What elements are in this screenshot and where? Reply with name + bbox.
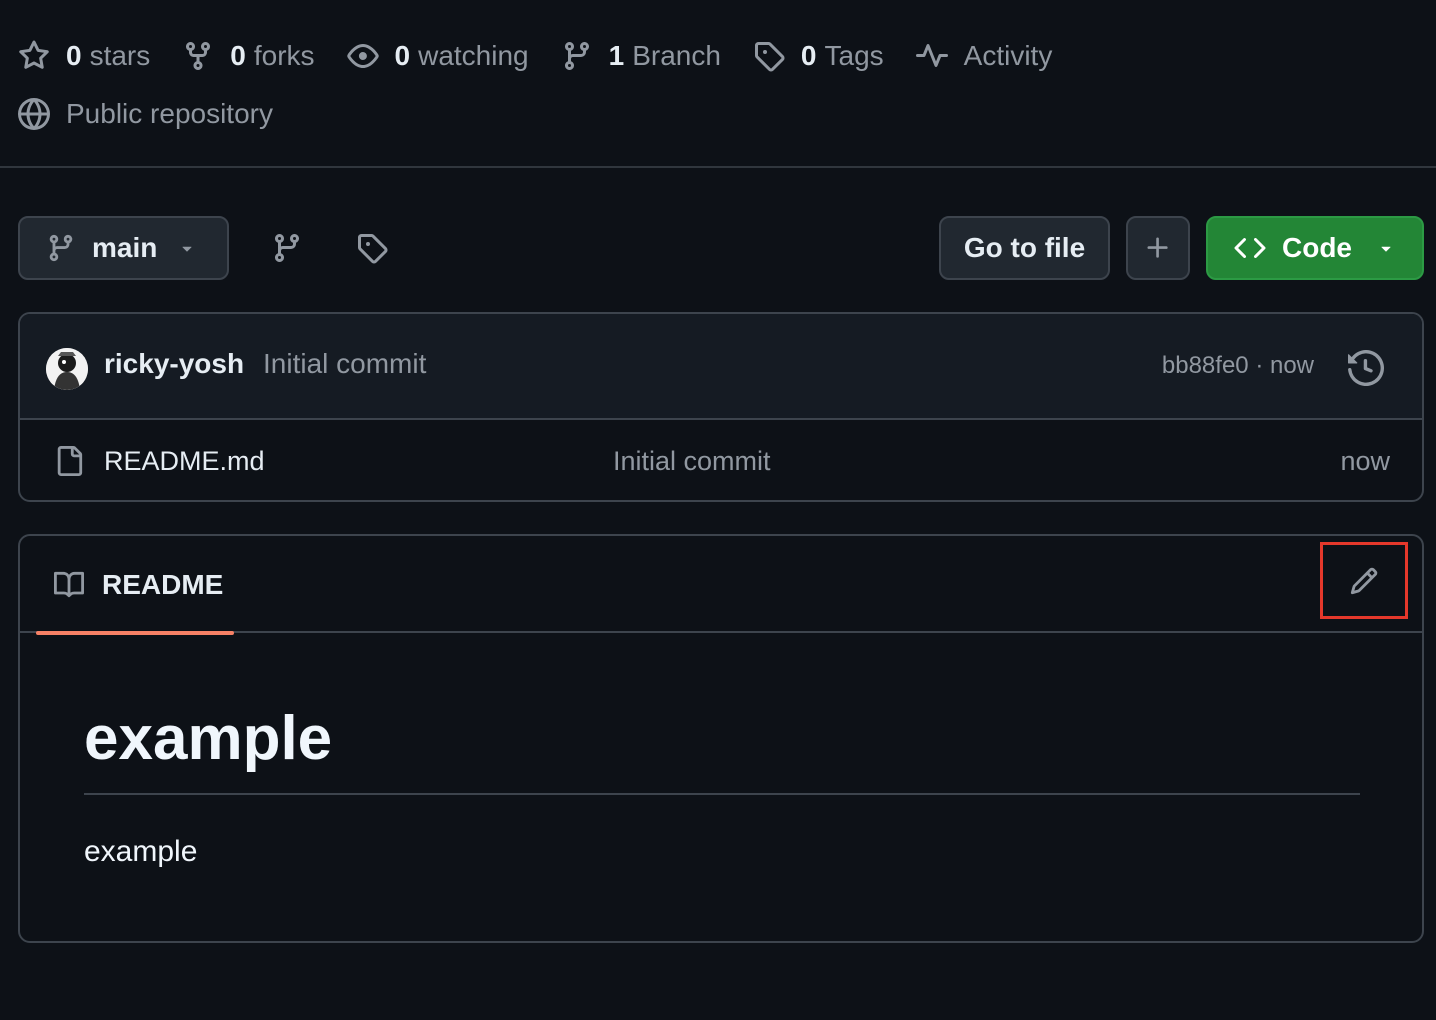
- visibility-label: Public repository: [66, 98, 273, 129]
- forks-count: 0: [230, 40, 246, 71]
- branch-icon: [49, 234, 73, 262]
- branch-name: main: [92, 232, 158, 263]
- forks-link[interactable]: 0 forks: [182, 40, 315, 72]
- file-icon: [57, 446, 83, 476]
- branch-selector-button[interactable]: main: [18, 216, 229, 280]
- code-button-label: Code: [1282, 232, 1352, 263]
- avatar[interactable]: [46, 348, 88, 390]
- tags-link[interactable]: 0 Tags: [753, 40, 884, 72]
- branches-link[interactable]: 1 Branch: [561, 40, 721, 72]
- file-time: now: [1340, 446, 1390, 476]
- code-icon: [1234, 237, 1266, 259]
- file-row[interactable]: README.md Initial commit now: [20, 420, 1422, 500]
- tag-icon: [358, 234, 388, 264]
- branches-count: 1: [608, 40, 625, 71]
- history-icon[interactable]: [1348, 350, 1384, 386]
- commit-author[interactable]: ricky-yosh: [104, 348, 244, 380]
- watching-count: 0: [394, 40, 411, 71]
- file-commit-message[interactable]: Initial commit: [613, 446, 771, 477]
- watching-link[interactable]: 0 watching: [346, 40, 529, 72]
- readme-heading: example: [84, 703, 1360, 795]
- readme-tab-label: README: [102, 568, 224, 600]
- tags-label: Tags: [824, 40, 884, 71]
- branches-label: Branch: [632, 40, 721, 71]
- plus-icon: [1147, 237, 1168, 258]
- file-browser: ricky-yosh Initial commit bb88fe0 · now …: [18, 312, 1424, 502]
- branch-icon: [564, 42, 589, 71]
- watching-label: watching: [418, 40, 529, 71]
- stars-link[interactable]: 0 stars: [18, 40, 150, 72]
- fork-icon: [186, 42, 211, 71]
- add-file-button[interactable]: [1126, 216, 1190, 280]
- visibility-indicator: Public repository: [18, 94, 273, 134]
- eye-icon: [346, 44, 379, 68]
- branches-button[interactable]: [265, 226, 309, 270]
- pulse-icon: [915, 44, 948, 67]
- commit-message[interactable]: Initial commit: [263, 348, 426, 380]
- readme-paragraph: example: [84, 835, 198, 868]
- stars-count: 0: [66, 40, 82, 71]
- tab-readme[interactable]: README: [36, 536, 234, 635]
- caret-down-icon: [182, 246, 192, 252]
- edit-readme-button[interactable]: [1320, 542, 1408, 619]
- code-button[interactable]: Code: [1206, 216, 1424, 280]
- pencil-icon: [1350, 567, 1378, 594]
- tags-button[interactable]: [350, 226, 394, 270]
- forks-label: forks: [253, 40, 315, 71]
- branch-icon: [274, 234, 299, 263]
- tags-count: 0: [800, 40, 817, 71]
- activity-link[interactable]: Activity: [915, 40, 1053, 72]
- activity-label: Activity: [963, 40, 1053, 71]
- readme-content: example example: [84, 633, 1360, 869]
- tag-icon: [754, 42, 785, 72]
- latest-commit-bar: ricky-yosh Initial commit bb88fe0 · now: [20, 314, 1422, 420]
- readme-panel: README example example: [18, 534, 1424, 943]
- file-name[interactable]: README.md: [104, 446, 265, 477]
- readme-header: README: [20, 536, 1422, 635]
- caret-down-icon: [1381, 246, 1391, 252]
- book-icon: [54, 571, 85, 597]
- repo-stats: 0 stars 0 forks 0 watching 1 Branch 0 Ta…: [18, 36, 1084, 76]
- header-divider: [0, 166, 1436, 168]
- commit-hash-time[interactable]: bb88fe0 · now: [1162, 352, 1314, 380]
- stars-label: stars: [89, 40, 151, 71]
- star-icon: [19, 40, 49, 69]
- globe-icon: [18, 98, 50, 130]
- go-to-file-button[interactable]: Go to file: [939, 216, 1110, 280]
